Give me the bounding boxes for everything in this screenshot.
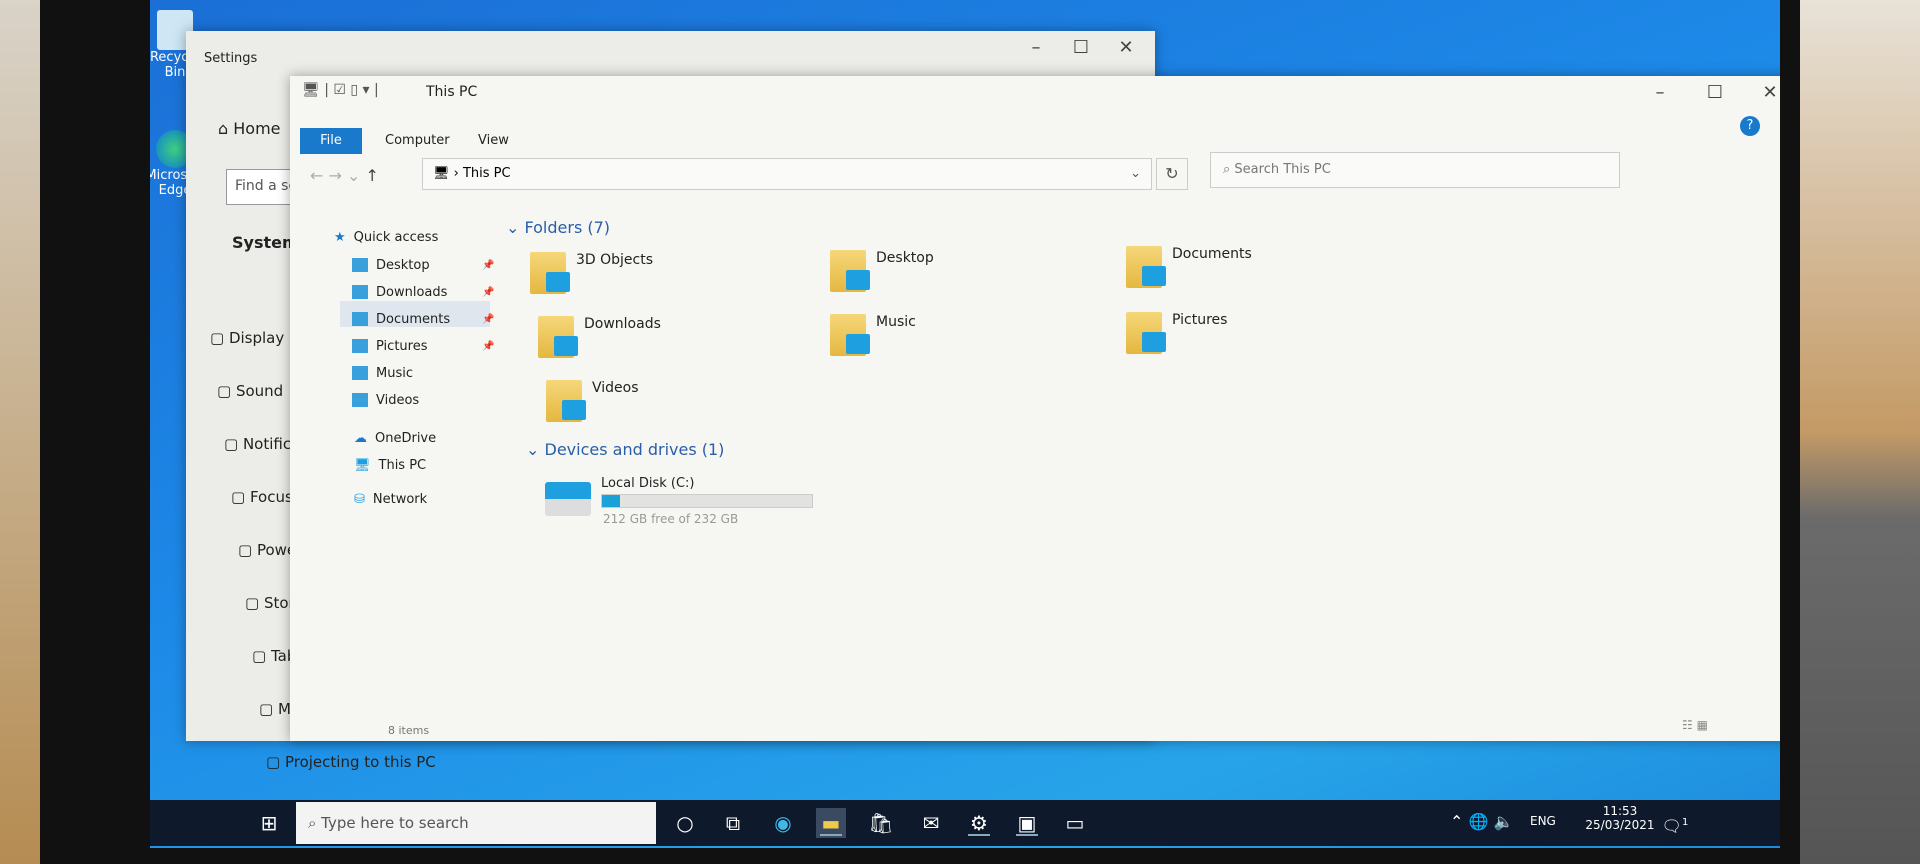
folder-item[interactable]: Documents (1126, 246, 1252, 288)
folder-item[interactable]: Videos (546, 380, 639, 422)
settings-item-icon: ▢ (224, 435, 243, 453)
notification-center-icon[interactable]: 🗨1 (1660, 808, 1690, 838)
drive-c[interactable]: Local Disk (C:) 212 GB free of 232 GB (545, 476, 945, 536)
nav-item[interactable]: Pictures 📌 (352, 335, 494, 357)
folder-item[interactable]: Pictures (1126, 312, 1227, 354)
pin-icon: 📌 (482, 259, 495, 271)
drive-usage-bar (601, 494, 813, 508)
folders-header[interactable]: ⌄ Folders (7) (506, 218, 610, 237)
quick-access-toolbar[interactable]: 🖥 | ☑ ▯ ▾ | (302, 82, 379, 98)
settings-item-icon: ▢ (217, 382, 236, 400)
nav-quick-access[interactable]: ★ Quick access (334, 226, 438, 248)
devices-header[interactable]: ⌄ Devices and drives (1) (526, 440, 724, 459)
settings-title: Settings (204, 51, 258, 66)
maximize-button[interactable]: ☐ (1695, 82, 1735, 103)
maximize-button[interactable]: ☐ (1061, 37, 1101, 58)
settings-nav-item[interactable]: ▢ Display (210, 329, 284, 347)
close-button[interactable]: ✕ (1106, 37, 1146, 58)
folder-icon (546, 380, 586, 422)
mail-icon[interactable]: ✉ (916, 808, 946, 838)
nav-item[interactable]: Downloads 📌 (352, 281, 494, 303)
drive-icon (545, 482, 591, 516)
folder-icon (830, 314, 870, 356)
nav-item[interactable]: Music (352, 362, 413, 384)
folder-icon (352, 285, 368, 299)
folder-icon (530, 252, 570, 294)
background-right (1780, 0, 1920, 864)
cortana-icon[interactable]: ○ (670, 808, 700, 838)
file-explorer-icon[interactable]: ▬ (816, 808, 846, 838)
settings-nav-item[interactable]: ▢ Projecting to this PC (266, 753, 436, 771)
folder-icon (1126, 312, 1166, 354)
window-title: This PC (426, 84, 478, 100)
help-icon[interactable]: ? (1740, 116, 1760, 136)
settings-item-icon: ▢ (245, 594, 264, 612)
folder-icon (352, 339, 368, 353)
drive-free-text: 212 GB free of 232 GB (603, 512, 739, 526)
edge-icon[interactable]: ◉ (768, 808, 798, 838)
taskbar: ⊞ ⌕ Type here to search ○ ⧉ ◉ ▬ 🛍 ✉ ⚙ ▣ … (150, 800, 1780, 846)
minimize-button[interactable]: – (1640, 82, 1680, 103)
drive-usage-fill (602, 495, 621, 507)
tab-file[interactable]: File (300, 128, 362, 154)
settings-nav-item[interactable]: ▢ Sound (217, 382, 283, 400)
terminal-icon[interactable]: ▭ (1060, 808, 1090, 838)
taskbar-search-input[interactable]: ⌕ Type here to search (296, 802, 656, 844)
nav-item[interactable]: Videos (352, 389, 419, 411)
settings-home[interactable]: ⌂ Home (218, 119, 281, 138)
file-explorer-window: 🖥 | ☑ ▯ ▾ | This PC – ☐ ✕ File Computer … (290, 76, 1780, 741)
view-toggle-buttons[interactable]: ☷ ▦ (1682, 718, 1708, 732)
close-button[interactable]: ✕ (1750, 82, 1780, 103)
settings-item-icon: ▢ (259, 700, 278, 718)
computer-icon: 🖥 › (433, 166, 463, 181)
language-indicator[interactable]: ENG (1530, 814, 1556, 828)
settings-icon[interactable]: ⚙ (964, 808, 994, 838)
start-button[interactable]: ⊞ (254, 808, 284, 838)
desktop: Recycle Bin Microsoft Edge Settings – ☐ … (150, 0, 1780, 848)
task-view-icon[interactable]: ⧉ (718, 808, 748, 838)
folder-item[interactable]: Downloads (538, 316, 661, 358)
nav-item[interactable]: Documents 📌 (352, 308, 494, 330)
folder-icon (830, 250, 870, 292)
pin-icon: 📌 (482, 313, 495, 325)
folder-icon (538, 316, 578, 358)
folder-item[interactable]: Music (830, 314, 916, 356)
folder-icon (1126, 246, 1166, 288)
store-icon[interactable]: 🛍 (866, 808, 896, 838)
folder-icon (352, 312, 368, 326)
refresh-button[interactable]: ↻ (1156, 158, 1188, 190)
address-bar[interactable]: 🖥 › This PC ⌄ (422, 158, 1152, 190)
settings-item-icon: ▢ (252, 647, 271, 665)
settings-item-icon: ▢ (266, 753, 285, 771)
search-input[interactable]: ⌕ Search This PC (1210, 152, 1620, 188)
folder-icon (352, 258, 368, 272)
pin-icon: 📌 (482, 340, 495, 352)
settings-item-icon: ▢ (210, 329, 229, 347)
folder-item[interactable]: 3D Objects (530, 252, 653, 294)
minimize-button[interactable]: – (1016, 37, 1056, 58)
app-icon[interactable]: ▣ (1012, 808, 1042, 838)
tab-computer[interactable]: Computer (385, 133, 450, 148)
back-forward-buttons[interactable]: ← → ⌄ ↑ (310, 166, 379, 185)
pin-icon: 📌 (482, 286, 495, 298)
drive-name: Local Disk (C:) (601, 476, 695, 491)
folder-icon (352, 393, 368, 407)
folder-icon (352, 366, 368, 380)
settings-section: System (232, 233, 299, 252)
nav-onedrive[interactable]: ☁ OneDrive (354, 427, 436, 449)
nav-item[interactable]: Desktop 📌 (352, 254, 494, 276)
system-tray-icons[interactable]: ⌃ 🌐 🔈 (1450, 812, 1513, 831)
clock[interactable]: 11:53 25/03/2021 (1580, 804, 1660, 832)
settings-item-icon: ▢ (231, 488, 250, 506)
tab-view[interactable]: View (478, 133, 509, 148)
nav-network[interactable]: ⛁ Network (354, 488, 427, 510)
folder-item[interactable]: Desktop (830, 250, 934, 292)
settings-item-icon: ▢ (238, 541, 257, 559)
status-bar-count: 8 items (388, 724, 430, 737)
nav-this-pc[interactable]: 🖥 This PC (354, 454, 426, 476)
